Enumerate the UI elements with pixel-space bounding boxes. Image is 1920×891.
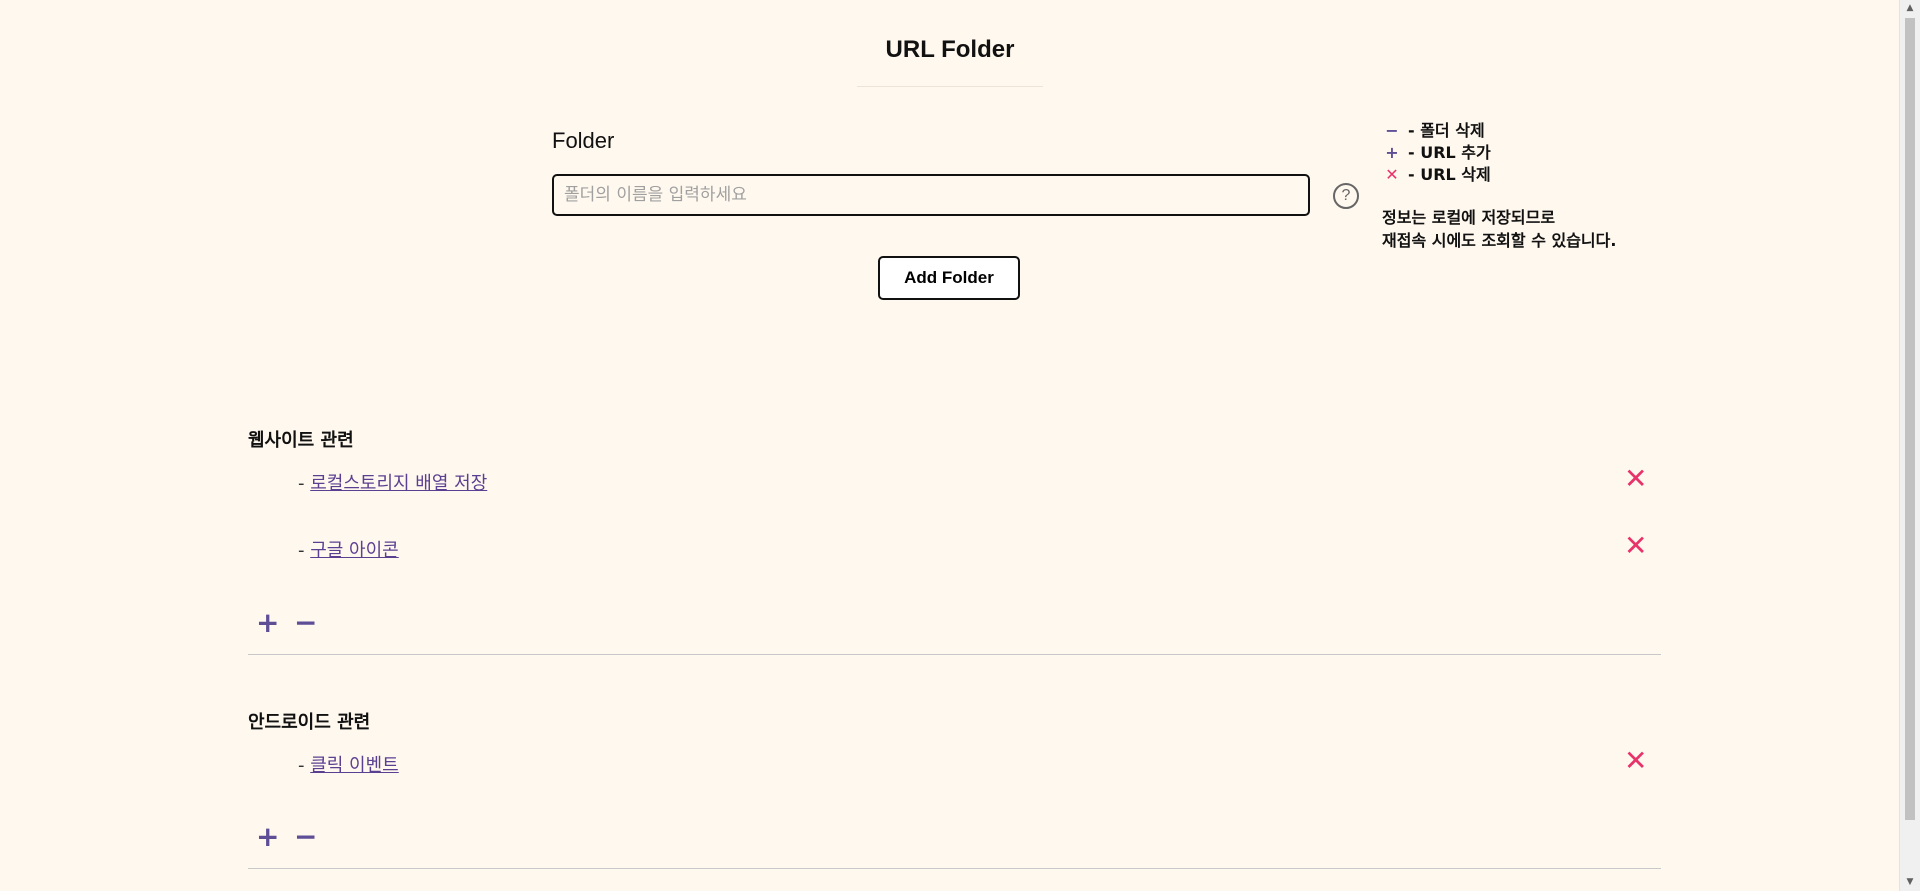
url-link[interactable]: 구글 아이콘 (310, 540, 399, 561)
plus-icon: + (1385, 143, 1399, 162)
legend-text: - URL 삭제 (1408, 165, 1491, 184)
vertical-scrollbar[interactable]: ▲ ▼ (1899, 0, 1920, 891)
add-url-button[interactable]: + (256, 609, 279, 637)
add-url-button[interactable]: + (256, 823, 279, 851)
help-icon[interactable]: ? (1333, 183, 1359, 209)
info-line: 정보는 로컬에 저장되므로 (1382, 208, 1556, 227)
url-item: - 클릭 이벤트 ✕ (298, 747, 1661, 777)
scroll-down-icon[interactable]: ▼ (1900, 874, 1920, 891)
scrollbar-thumb[interactable] (1905, 18, 1915, 820)
url-item: - 구글 아이콘 ✕ (298, 532, 1661, 562)
folder-name-input[interactable] (552, 174, 1310, 216)
section-divider (248, 868, 1661, 869)
url-link[interactable]: 로컬스토리지 배열 저장 (310, 473, 487, 494)
delete-url-icon[interactable]: ✕ (1624, 465, 1647, 493)
section-divider (248, 654, 1661, 655)
url-prefix: - (298, 755, 311, 776)
legend: − - 폴더 삭제 + - URL 추가 ✕ - URL 삭제 (1382, 120, 1491, 186)
info-text: 정보는 로컬에 저장되므로 재접속 시에도 조회할 수 있습니다. (1382, 206, 1616, 252)
minus-icon: − (1385, 121, 1399, 140)
legend-text: - 폴더 삭제 (1408, 121, 1485, 140)
delete-url-icon[interactable]: ✕ (1624, 532, 1647, 560)
scroll-up-icon[interactable]: ▲ (1900, 0, 1920, 17)
url-link[interactable]: 클릭 이벤트 (310, 755, 399, 776)
add-folder-button[interactable]: Add Folder (878, 256, 1020, 300)
delete-url-icon[interactable]: ✕ (1624, 747, 1647, 775)
title-divider (857, 86, 1043, 87)
url-prefix: - (298, 540, 311, 561)
page-title: URL Folder (885, 36, 1015, 63)
page: URL Folder Folder ? Add Folder − - 폴더 삭제… (0, 0, 1900, 891)
url-item: - 로컬스토리지 배열 저장 ✕ (298, 465, 1661, 495)
legend-row-delete-folder: − - 폴더 삭제 (1382, 120, 1491, 142)
info-line: 재접속 시에도 조회할 수 있습니다. (1382, 231, 1617, 250)
folder-name: 웹사이트 관련 (248, 430, 354, 451)
x-icon: ✕ (1385, 165, 1399, 184)
folder-label: Folder (552, 128, 615, 153)
legend-row-add-url: + - URL 추가 (1382, 142, 1491, 164)
delete-folder-button[interactable]: − (294, 823, 317, 851)
folder-name: 안드로이드 관련 (248, 712, 371, 733)
url-prefix: - (298, 473, 311, 494)
delete-folder-button[interactable]: − (294, 609, 317, 637)
legend-row-delete-url: ✕ - URL 삭제 (1382, 164, 1491, 186)
legend-text: - URL 추가 (1408, 143, 1491, 162)
